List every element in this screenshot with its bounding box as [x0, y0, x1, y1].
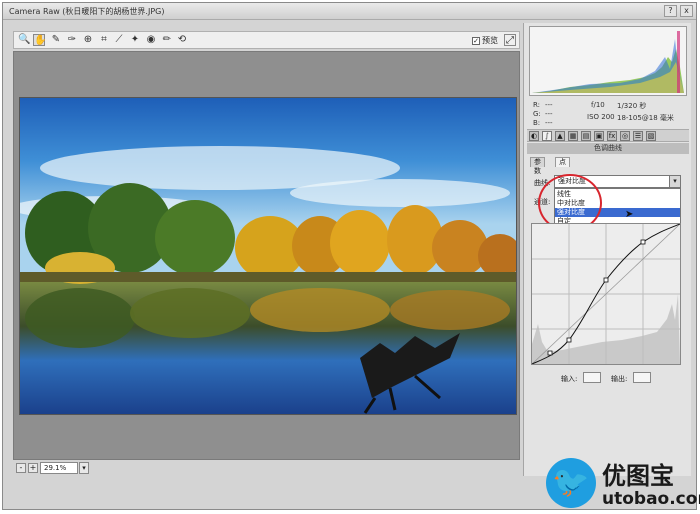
pointer-cursor-icon: ➤	[625, 209, 634, 220]
effects-panel-icon[interactable]: fx	[607, 131, 617, 141]
zoom-dropdown-icon[interactable]: ▾	[79, 462, 89, 474]
help-button[interactable]: ?	[664, 5, 677, 17]
tone-curve-panel-icon[interactable]: ∫	[542, 131, 552, 141]
tool-bar: 🔍 ✋ ✎ ✑ ⊕ ⌗ ⟋ ✦ ◉ ✏ ▥ ⟲ ✓预览 ⤢	[13, 31, 520, 49]
zoom-level-field[interactable]: 29.1%	[40, 462, 78, 474]
detail-panel-icon[interactable]: ▲	[555, 131, 565, 141]
preview-checkbox[interactable]: ✓ 预览	[472, 35, 498, 46]
photo-image	[20, 98, 516, 414]
g-value: ---	[545, 110, 553, 118]
tone-curve-svg	[531, 223, 681, 365]
shutter-value: 1/320 秒	[617, 102, 647, 110]
landscape-photo	[19, 97, 517, 415]
zoom-tool-icon[interactable]: 🔍	[18, 34, 30, 46]
tab-parametric[interactable]: 参数	[530, 157, 545, 175]
hsl-panel-icon[interactable]: ▦	[568, 131, 578, 141]
snapshots-panel-icon[interactable]: ▧	[646, 131, 656, 141]
info-readout: R: --- G: --- B: --- f/10 1/320 秒 ISO 20…	[529, 100, 687, 130]
camera-calibration-icon[interactable]: ◎	[620, 131, 630, 141]
window-title: Camera Raw (秋日暖阳下的胡杨世界.JPG)	[9, 7, 165, 16]
aperture-value: f/10	[591, 101, 605, 109]
preview-check-icon: ✓	[472, 36, 480, 45]
adjustment-brush-icon[interactable]: ✏	[161, 34, 173, 46]
basic-panel-icon[interactable]: ◐	[529, 131, 539, 141]
r-label: R:	[533, 101, 541, 109]
output-field[interactable]	[633, 372, 651, 383]
split-toning-panel-icon[interactable]: ▤	[581, 131, 591, 141]
iso-value: ISO 200	[587, 113, 615, 121]
r-value: ---	[545, 101, 553, 109]
red-eye-tool-icon[interactable]: ◉	[145, 34, 157, 46]
g-label: G:	[533, 110, 541, 118]
tab-point[interactable]: 点	[555, 157, 570, 167]
tone-curve-graph[interactable]	[531, 223, 681, 365]
watermark: 🐦 优图宝 utobao.com	[546, 456, 700, 510]
crop-tool-icon[interactable]: ⌗	[98, 34, 110, 46]
presets-panel-icon[interactable]: ☰	[633, 131, 643, 141]
b-label: B:	[533, 119, 541, 127]
zoom-out-button[interactable]: -	[16, 463, 26, 473]
rotate-icon[interactable]: ⟲	[176, 34, 188, 46]
adjustment-panel: R: --- G: --- B: --- f/10 1/320 秒 ISO 20…	[523, 23, 691, 476]
camera-raw-window: Camera Raw (秋日暖阳下的胡杨世界.JPG) ? x 🔍 ✋ ✎ ✑ …	[2, 2, 697, 510]
bird-logo-icon: 🐦	[546, 458, 596, 508]
watermark-title: 优图宝	[602, 462, 674, 490]
fullscreen-icon[interactable]: ⤢	[504, 34, 516, 46]
hand-tool-icon[interactable]: ✋	[33, 34, 46, 46]
input-field[interactable]	[583, 372, 601, 383]
chevron-down-icon[interactable]: ▾	[669, 176, 680, 187]
title-bar: Camera Raw (秋日暖阳下的胡杨世界.JPG) ? x	[3, 3, 696, 20]
histogram-graph	[532, 31, 684, 93]
close-button[interactable]: x	[680, 5, 693, 17]
b-value: ---	[545, 119, 553, 127]
input-label: 输入:	[561, 375, 578, 383]
histogram	[529, 26, 687, 96]
lens-panel-icon[interactable]: ▣	[594, 131, 604, 141]
panel-section-title: 色调曲线	[527, 143, 689, 154]
preview-canvas[interactable]	[13, 51, 520, 460]
input-output-row: 输入: 输出:	[561, 372, 651, 384]
target-adjustment-tool-icon[interactable]: ⊕	[82, 34, 94, 46]
lens-value: 18-105@18 毫米	[617, 114, 674, 122]
output-label: 输出:	[611, 375, 628, 383]
zoom-bar: - + 29.1% ▾	[13, 462, 520, 476]
spot-removal-tool-icon[interactable]: ✦	[129, 34, 141, 46]
watermark-url: utobao.com	[602, 489, 700, 509]
preview-label: 预览	[482, 36, 498, 45]
white-balance-tool-icon[interactable]: ✎	[50, 34, 62, 46]
panel-tab-icons: ◐ ∫ ▲ ▦ ▤ ▣ fx ◎ ☰ ▧	[527, 129, 689, 142]
straighten-tool-icon[interactable]: ⟋	[113, 34, 125, 46]
color-sampler-tool-icon[interactable]: ✑	[66, 34, 78, 46]
zoom-in-button[interactable]: +	[28, 463, 38, 473]
